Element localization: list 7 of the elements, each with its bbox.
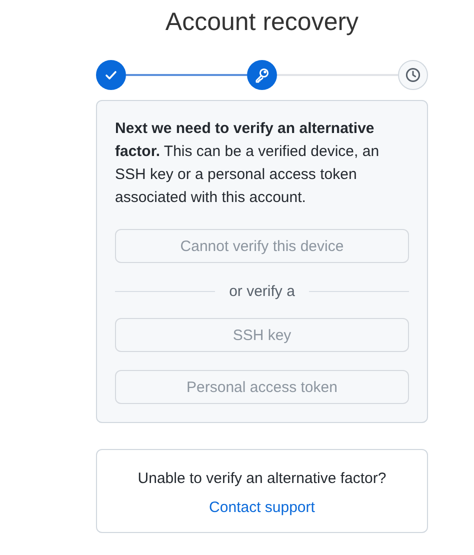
contact-support-link[interactable]: Contact support — [209, 499, 315, 516]
clock-icon — [405, 67, 421, 83]
key-icon — [254, 67, 270, 83]
divider-text: or verify a — [229, 283, 295, 300]
help-question: Unable to verify an alternative factor? — [138, 470, 386, 487]
instruction-text: Next we need to verify an alternative factor. This can be a verified device, an SSH key or a personal access token associated with this account. — [115, 119, 380, 208]
page-title: Account recovery — [164, 7, 360, 38]
